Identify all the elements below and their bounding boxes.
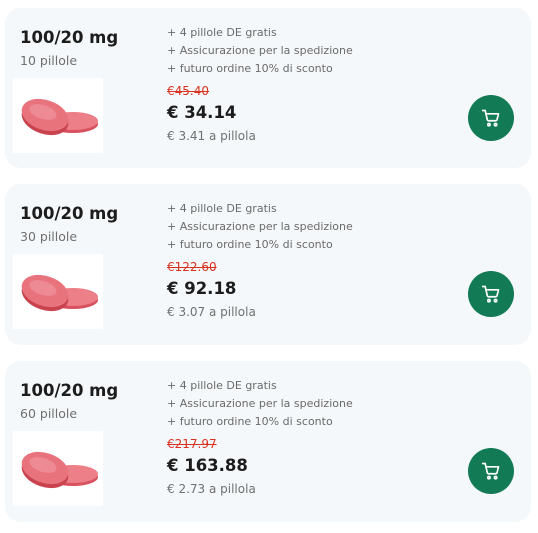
offer-card: 100/20 mg 60 pillole + 4 pillole DE grat… bbox=[5, 361, 531, 522]
add-to-cart-button[interactable] bbox=[468, 95, 514, 141]
offer-quantity: 60 pillole bbox=[20, 406, 78, 421]
offer-card: 100/20 mg 10 pillole + 4 pillole DE grat… bbox=[5, 8, 531, 168]
price: € 92.18 bbox=[167, 279, 237, 298]
price: € 163.88 bbox=[167, 456, 248, 475]
old-price: €217.97 bbox=[167, 437, 217, 451]
pill-image bbox=[13, 254, 103, 329]
offer-features: + 4 pillole DE gratis + Assicurazione pe… bbox=[167, 377, 353, 431]
add-to-cart-button[interactable] bbox=[468, 271, 514, 317]
feature-item: + 4 pillole DE gratis bbox=[167, 26, 277, 39]
offer-features: + 4 pillole DE gratis + Assicurazione pe… bbox=[167, 24, 353, 78]
feature-item: + Assicurazione per la spedizione bbox=[167, 220, 353, 233]
price-per-pill: € 3.41 a pillola bbox=[167, 129, 256, 143]
offer-dose: 100/20 mg bbox=[20, 204, 119, 223]
feature-item: + futuro ordine 10% di sconto bbox=[167, 415, 333, 428]
cart-icon bbox=[481, 462, 500, 480]
price-per-pill: € 3.07 a pillola bbox=[167, 305, 256, 319]
price: € 34.14 bbox=[167, 103, 237, 122]
feature-item: + Assicurazione per la spedizione bbox=[167, 44, 353, 57]
cart-icon bbox=[481, 285, 500, 303]
offer-dose: 100/20 mg bbox=[20, 28, 119, 47]
offer-dose: 100/20 mg bbox=[20, 381, 119, 400]
feature-item: + Assicurazione per la spedizione bbox=[167, 397, 353, 410]
feature-item: + 4 pillole DE gratis bbox=[167, 379, 277, 392]
feature-item: + futuro ordine 10% di sconto bbox=[167, 238, 333, 251]
offer-features: + 4 pillole DE gratis + Assicurazione pe… bbox=[167, 200, 353, 254]
add-to-cart-button[interactable] bbox=[468, 448, 514, 494]
cart-icon bbox=[481, 109, 500, 127]
feature-item: + 4 pillole DE gratis bbox=[167, 202, 277, 215]
offer-card: 100/20 mg 30 pillole + 4 pillole DE grat… bbox=[5, 184, 531, 345]
offer-quantity: 10 pillole bbox=[20, 53, 78, 68]
old-price: €45.40 bbox=[167, 84, 209, 98]
old-price: €122.60 bbox=[167, 260, 217, 274]
offer-quantity: 30 pillole bbox=[20, 229, 78, 244]
pill-image bbox=[13, 431, 103, 506]
pill-image bbox=[13, 78, 103, 153]
price-per-pill: € 2.73 a pillola bbox=[167, 482, 256, 496]
feature-item: + futuro ordine 10% di sconto bbox=[167, 62, 333, 75]
